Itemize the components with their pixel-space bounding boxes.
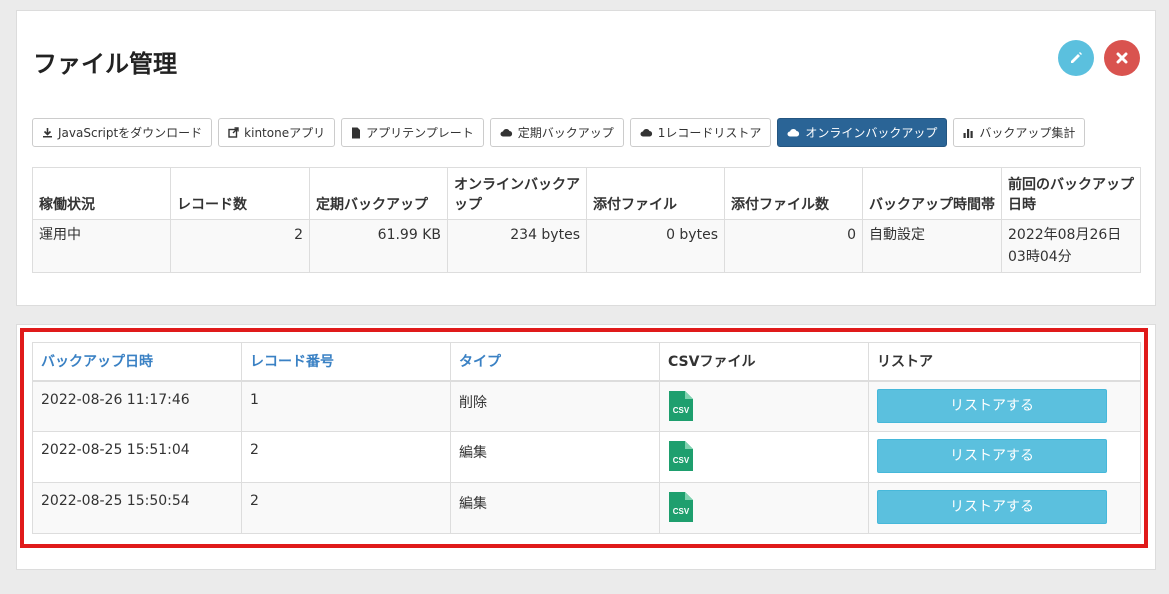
- scheduled-backup-label: 定期バックアップ: [517, 126, 614, 140]
- svg-text:CSV: CSV: [673, 406, 690, 415]
- backup-summary-button[interactable]: バックアップ集計: [953, 118, 1086, 147]
- close-button[interactable]: [1104, 40, 1140, 76]
- kintone-app-button[interactable]: kintoneアプリ: [218, 118, 336, 147]
- status-header-row: 稼働状況 レコード数 定期バックアップ オンラインバックアップ 添付ファイル 添…: [32, 167, 1141, 220]
- download-javascript-label: JavaScriptをダウンロード: [58, 126, 203, 140]
- csv-file-header: CSVファイル: [659, 342, 869, 382]
- status-table: 稼働状況 レコード数 定期バックアップ オンラインバックアップ 添付ファイル 添…: [32, 167, 1141, 273]
- attachment-count: 0: [724, 219, 863, 273]
- column-header: 定期バックアップ: [309, 167, 448, 220]
- column-header: オンラインバックアップ: [447, 167, 587, 220]
- external-link-icon: [228, 127, 239, 138]
- backup-type: 編集: [450, 431, 660, 483]
- cloud-icon: [500, 128, 513, 137]
- one-record-restore-label: 1レコードリストア: [657, 126, 762, 140]
- app-template-label: アプリテンプレート: [366, 126, 474, 140]
- table-row: 2022-08-26 11:17:46 1 削除 CSV リストアする: [32, 380, 1141, 432]
- csv-file-cell: CSV: [659, 380, 869, 432]
- table-row: 2022-08-25 15:50:54 2 編集 CSV リストアする: [32, 482, 1141, 534]
- restore-button[interactable]: リストアする: [877, 388, 1107, 423]
- backup-time-slot: 自動設定: [862, 219, 1002, 273]
- close-icon: [1116, 52, 1128, 64]
- sort-record-number[interactable]: レコード番号: [241, 342, 451, 382]
- bar-chart-icon: [963, 128, 974, 138]
- online-backup-button[interactable]: オンラインバックアップ: [777, 118, 948, 147]
- restore-cell: リストアする: [868, 380, 1141, 432]
- cloud-icon: [640, 128, 653, 137]
- csv-file-icon[interactable]: CSV: [668, 491, 694, 523]
- restore-header: リストア: [868, 342, 1141, 382]
- online-backup-label: オンラインバックアップ: [805, 126, 938, 140]
- backup-header-row: バックアップ日時 レコード番号 タイプ CSVファイル リストア: [32, 342, 1141, 382]
- svg-text:CSV: CSV: [673, 456, 690, 465]
- kintone-app-label: kintoneアプリ: [244, 126, 326, 140]
- sort-backup-datetime[interactable]: バックアップ日時: [32, 342, 242, 382]
- download-javascript-button[interactable]: JavaScriptをダウンロード: [32, 118, 213, 147]
- one-record-restore-button[interactable]: 1レコードリストア: [629, 118, 772, 147]
- backup-summary-label: バックアップ集計: [979, 126, 1076, 140]
- column-header: 前回のバックアップ日時: [1001, 167, 1141, 220]
- svg-text:CSV: CSV: [673, 507, 690, 516]
- attachment-size: 0 bytes: [586, 219, 725, 273]
- download-icon: [42, 127, 53, 138]
- restore-cell: リストアする: [868, 482, 1141, 534]
- csv-file-icon[interactable]: CSV: [668, 440, 694, 472]
- record-number: 2: [241, 431, 451, 483]
- pencil-icon: [1071, 52, 1082, 63]
- csv-file-cell: CSV: [659, 431, 869, 483]
- app-template-button[interactable]: アプリテンプレート: [341, 118, 484, 147]
- backup-datetime: 2022-08-25 15:50:54: [32, 482, 242, 534]
- operation-status: 運用中: [32, 219, 171, 273]
- backup-type: 削除: [450, 380, 660, 432]
- page-title: ファイル管理: [33, 50, 177, 78]
- restore-cell: リストアする: [868, 431, 1141, 483]
- csv-file-cell: CSV: [659, 482, 869, 534]
- last-backup-datetime: 2022年08月26日03時04分: [1001, 219, 1141, 273]
- column-header: レコード数: [170, 167, 310, 220]
- toolbar: JavaScriptをダウンロード kintoneアプリ アプリテンプレート 定…: [32, 118, 1086, 147]
- cloud-icon: [787, 128, 800, 137]
- status-value-row: 運用中 2 61.99 KB 234 bytes 0 bytes 0 自動設定 …: [32, 219, 1141, 273]
- scheduled-backup-button[interactable]: 定期バックアップ: [489, 118, 624, 147]
- online-backup-size: 234 bytes: [447, 219, 587, 273]
- backup-type: 編集: [450, 482, 660, 534]
- backup-datetime: 2022-08-25 15:51:04: [32, 431, 242, 483]
- column-header: 添付ファイル: [586, 167, 725, 220]
- csv-file-icon[interactable]: CSV: [668, 390, 694, 422]
- edit-button[interactable]: [1058, 40, 1094, 76]
- scheduled-backup-size: 61.99 KB: [309, 219, 448, 273]
- record-number: 1: [241, 380, 451, 432]
- backup-datetime: 2022-08-26 11:17:46: [32, 380, 242, 432]
- summary-panel: ファイル管理 JavaScriptをダウンロード kintoneアプリ アプリテ…: [16, 10, 1156, 306]
- file-icon: [351, 127, 361, 139]
- sort-type[interactable]: タイプ: [450, 342, 660, 382]
- column-header: 添付ファイル数: [724, 167, 863, 220]
- backup-list-table: バックアップ日時 レコード番号 タイプ CSVファイル リストア 2022-08…: [32, 342, 1141, 534]
- restore-button[interactable]: リストアする: [877, 439, 1107, 473]
- column-header: 稼働状況: [32, 167, 171, 220]
- restore-button[interactable]: リストアする: [877, 490, 1107, 524]
- table-row: 2022-08-25 15:51:04 2 編集 CSV リストアする: [32, 431, 1141, 483]
- column-header: バックアップ時間帯: [862, 167, 1002, 220]
- record-count: 2: [170, 219, 310, 273]
- record-number: 2: [241, 482, 451, 534]
